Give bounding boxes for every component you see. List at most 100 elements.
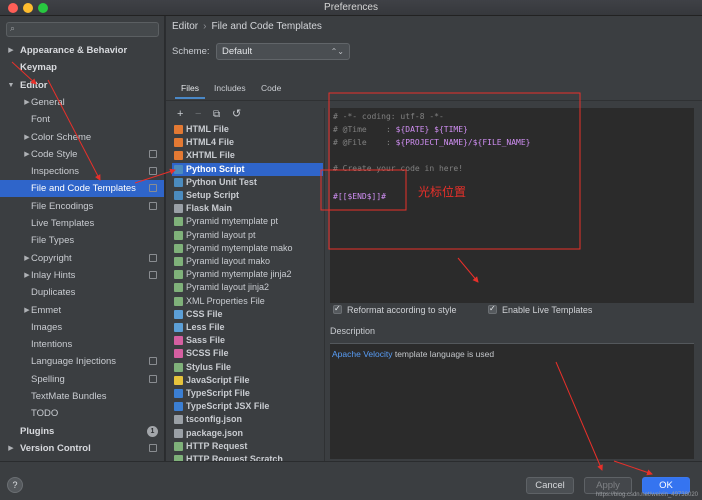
template-item[interactable]: Pyramid layout pt: [172, 229, 323, 242]
expanded-arrow-icon[interactable]: ▼: [6, 77, 16, 94]
template-item[interactable]: Python Unit Test: [172, 176, 323, 189]
file-type-icon: [174, 362, 183, 372]
template-item-label: CSS File: [186, 308, 223, 319]
template-item[interactable]: JavaScript File: [172, 374, 323, 387]
template-item[interactable]: Less File: [172, 321, 323, 334]
template-item[interactable]: Sass File: [172, 334, 323, 347]
template-item[interactable]: TypeScript File: [172, 387, 323, 400]
scheme-select[interactable]: Default ⌃⌄: [216, 43, 350, 60]
add-template-button[interactable]: +: [177, 108, 183, 121]
tab-files[interactable]: Files: [181, 83, 199, 93]
sidebar-item[interactable]: ▶ Code Style: [0, 146, 164, 163]
template-item[interactable]: Pyramid layout jinja2: [172, 281, 323, 294]
cursor-position-annotation: 光标位置: [418, 185, 467, 199]
scheme-value: Default: [222, 46, 253, 57]
template-item[interactable]: Stylus File: [172, 361, 323, 374]
sidebar-item-label: Version Control: [20, 442, 91, 454]
sidebar-item[interactable]: Duplicates: [0, 284, 164, 301]
remove-template-button[interactable]: −: [195, 108, 201, 121]
sidebar-item[interactable]: File Types: [0, 232, 164, 249]
sidebar-item[interactable]: ▶ General: [0, 94, 164, 111]
tab-includes[interactable]: Includes: [214, 83, 246, 93]
file-type-icon: [174, 296, 183, 306]
reset-template-button[interactable]: ↺: [232, 108, 241, 121]
code-line: # @Time : ${DATE} ${TIME}: [333, 125, 468, 134]
template-item-label: Pyramid layout jinja2: [186, 282, 270, 293]
sidebar-item[interactable]: File and Code Templates: [0, 180, 164, 198]
help-button[interactable]: ?: [7, 477, 23, 493]
file-type-icon: [174, 138, 183, 148]
sidebar-item[interactable]: Plugins 1: [0, 423, 164, 440]
cancel-button[interactable]: Cancel: [526, 477, 574, 494]
template-item[interactable]: HTML4 File: [172, 136, 323, 149]
sidebar-item-label: Color Scheme: [31, 131, 92, 143]
template-item[interactable]: HTTP Request: [172, 440, 323, 453]
sidebar-item[interactable]: ▶ Appearance & Behavior: [0, 42, 164, 59]
sidebar-item[interactable]: Keymap: [0, 59, 164, 76]
collapsed-arrow-icon[interactable]: ▶: [6, 42, 16, 59]
file-type-icon: [174, 177, 183, 187]
template-item[interactable]: XHTML File: [172, 149, 323, 162]
file-type-icon: [174, 125, 183, 134]
templates-toolbar: + − ⧉ ↺: [172, 108, 322, 122]
project-scope-icon: [149, 184, 157, 193]
collapsed-arrow-icon[interactable]: ▶: [6, 440, 16, 457]
sidebar-item-label: Editor: [20, 79, 48, 91]
template-item[interactable]: tsconfig.json: [172, 413, 323, 426]
sidebar-item-label: General: [31, 96, 65, 108]
sidebar-item[interactable]: ▶ Inlay Hints: [0, 267, 164, 284]
live-templates-label: Enable Live Templates: [502, 305, 593, 315]
template-item[interactable]: Setup Script: [172, 189, 323, 202]
template-item[interactable]: Pyramid mytemplate pt: [172, 215, 323, 228]
sidebar-item[interactable]: ▶ Version Control: [0, 440, 164, 457]
file-type-icon: [174, 230, 183, 240]
template-item[interactable]: Python Script: [172, 162, 323, 176]
sidebar-item[interactable]: Images: [0, 319, 164, 336]
sidebar-item[interactable]: ▶ Emmet: [0, 302, 164, 319]
sidebar-item[interactable]: Spelling: [0, 371, 164, 388]
template-item-label: HTML4 File: [186, 137, 235, 148]
template-item-label: Pyramid layout pt: [186, 229, 256, 240]
template-item[interactable]: Pyramid mytemplate mako: [172, 242, 323, 255]
sidebar-item[interactable]: Intentions: [0, 336, 164, 353]
sidebar-item[interactable]: ▶ Color Scheme: [0, 129, 164, 146]
template-item[interactable]: Flask Main: [172, 202, 323, 215]
template-item[interactable]: Pyramid layout mako: [172, 255, 323, 268]
breadcrumb-parent[interactable]: Editor: [172, 21, 198, 32]
sidebar-item[interactable]: ▼ Editor: [0, 77, 164, 94]
breadcrumb: Editor › File and Code Templates: [172, 21, 322, 32]
checkbox-box: [488, 303, 497, 315]
template-item[interactable]: TypeScript JSX File: [172, 400, 323, 413]
code-variable: ${DATE} ${TIME}: [395, 125, 468, 134]
sidebar-item[interactable]: File Encodings: [0, 198, 164, 215]
project-scope-icon: [149, 270, 157, 279]
breadcrumb-current: File and Code Templates: [211, 21, 322, 32]
code-text: # @File :: [333, 138, 396, 147]
file-type-icon: [174, 309, 183, 319]
template-item[interactable]: HTTP Request Scratch: [172, 453, 323, 461]
template-item[interactable]: CSS File: [172, 308, 323, 321]
sidebar-item[interactable]: ▶ Copyright: [0, 250, 164, 267]
template-item[interactable]: SCSS File: [172, 347, 323, 360]
template-code-editor[interactable]: # -*- coding: utf-8 -*- # @Time : ${DATE…: [330, 108, 694, 303]
template-item[interactable]: Pyramid mytemplate jinja2: [172, 268, 323, 281]
template-item[interactable]: package.json: [172, 427, 323, 440]
scheme-label: Scheme:: [172, 46, 210, 57]
sidebar-item[interactable]: Inspections: [0, 163, 164, 180]
description-label: Description: [330, 326, 376, 336]
velocity-link[interactable]: Apache Velocity: [332, 349, 392, 359]
sidebar-item[interactable]: TextMate Bundles: [0, 388, 164, 405]
project-scope-icon: [149, 443, 157, 452]
template-item[interactable]: HTML File: [172, 123, 323, 136]
settings-search-input[interactable]: ⌕: [6, 22, 159, 37]
sidebar-item[interactable]: Language Injections: [0, 353, 164, 370]
template-item[interactable]: XML Properties File: [172, 295, 323, 308]
tab-code[interactable]: Code: [261, 83, 281, 93]
template-item-label: XHTML File: [186, 150, 235, 161]
list-divider: [324, 108, 325, 461]
copy-template-button[interactable]: ⧉: [213, 108, 220, 121]
project-scope-icon: [149, 167, 157, 176]
sidebar-item[interactable]: TODO: [0, 405, 164, 422]
sidebar-item[interactable]: Font: [0, 111, 164, 128]
sidebar-item[interactable]: Live Templates: [0, 215, 164, 232]
